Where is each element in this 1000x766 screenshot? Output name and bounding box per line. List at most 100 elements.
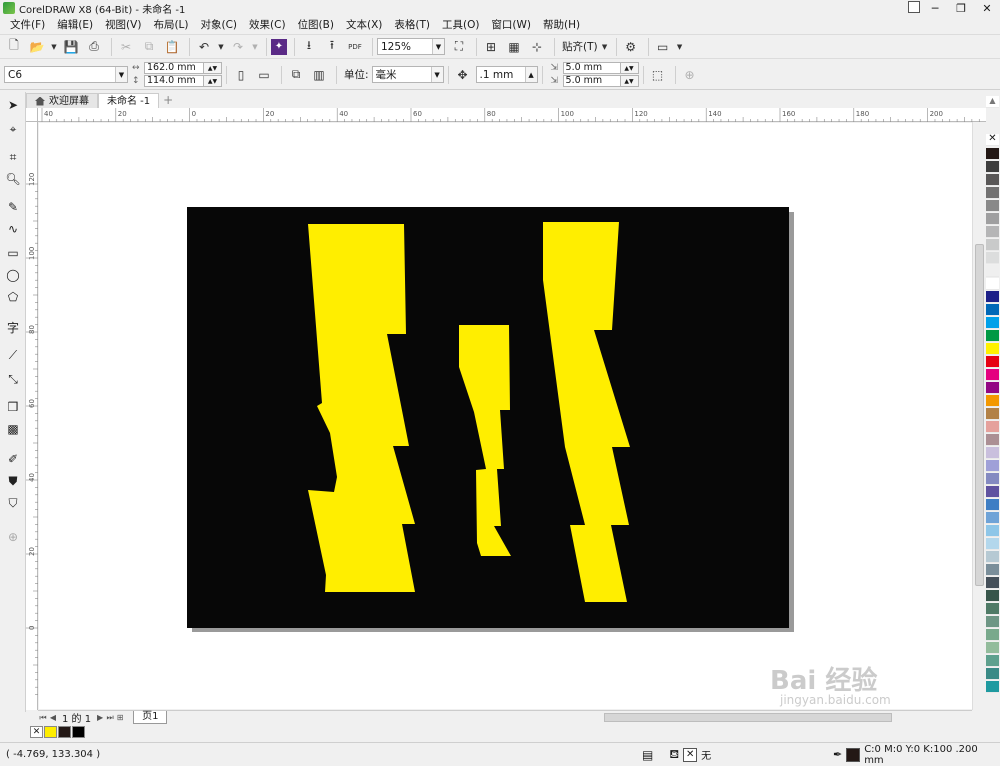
snap-to-button[interactable]: 贴齐(T)	[562, 39, 598, 54]
palette-swatch[interactable]	[986, 460, 999, 472]
palette-swatch[interactable]	[986, 525, 999, 537]
palette-swatch[interactable]	[986, 148, 999, 160]
units-select[interactable]: 毫米 ▼	[371, 66, 444, 83]
add-page-icon[interactable]: ⊞	[115, 713, 125, 722]
smart-fill-icon[interactable]: ⛉	[4, 494, 22, 512]
palette-swatch[interactable]	[986, 187, 999, 199]
horizontal-scroll-thumb[interactable]	[604, 713, 892, 722]
palette-swatch[interactable]	[986, 629, 999, 641]
portrait-icon[interactable]: ▯	[231, 65, 251, 85]
palette-swatch[interactable]	[986, 343, 999, 355]
palette-swatch[interactable]	[986, 551, 999, 563]
palette-swatch[interactable]	[986, 512, 999, 524]
rectangle-tool-icon[interactable]: ▭	[4, 244, 22, 262]
horizontal-scrollbar[interactable]	[520, 710, 972, 724]
no-color-swatch[interactable]: ✕	[986, 134, 999, 146]
palette-swatch[interactable]	[986, 668, 999, 680]
palette-swatch[interactable]	[986, 200, 999, 212]
undo-icon[interactable]: ↶	[194, 37, 214, 57]
palette-scroll-up-icon[interactable]: ▲	[986, 96, 999, 108]
nudge-distance-field[interactable]: .1 mm ▲	[475, 66, 538, 83]
cut-icon[interactable]: ✂	[116, 37, 136, 57]
palette-swatch[interactable]	[986, 291, 999, 303]
palette-swatch[interactable]	[986, 213, 999, 225]
text-tool-icon[interactable]: 字	[4, 318, 22, 336]
ellipse-tool-icon[interactable]: ◯	[4, 266, 22, 284]
new-tab-icon[interactable]: +	[159, 93, 177, 108]
menu-help[interactable]: 帮助(H)	[537, 16, 586, 34]
palette-swatch[interactable]	[986, 447, 999, 459]
menu-tools[interactable]: 工具(O)	[436, 16, 485, 34]
landscape-icon[interactable]: ▭	[254, 65, 274, 85]
menu-file[interactable]: 文件(F)	[4, 16, 51, 34]
palette-swatch[interactable]	[986, 330, 999, 342]
palette-swatch[interactable]	[986, 681, 999, 693]
palette-swatch[interactable]	[986, 395, 999, 407]
next-page-icon[interactable]: ▶	[95, 713, 105, 722]
palette-swatch[interactable]	[986, 356, 999, 368]
doc-swatch-dark[interactable]	[58, 726, 71, 738]
paste-icon[interactable]: 📋	[162, 37, 182, 57]
horizontal-ruler[interactable]: 40 20 0 20 40 60 80 100 120 140 160 180 200	[38, 108, 995, 122]
polygon-tool-icon[interactable]: ⬠	[4, 288, 22, 306]
freehand-tool-icon[interactable]: ✎	[4, 198, 22, 216]
palette-swatch[interactable]	[986, 655, 999, 667]
application-launcher-icon[interactable]: ▭	[653, 37, 673, 57]
palette-swatch[interactable]	[986, 226, 999, 238]
zoom-tool-icon[interactable]: 🔍︎	[4, 170, 22, 188]
copy-icon[interactable]: ⧉	[139, 37, 159, 57]
menu-bitmaps[interactable]: 位图(B)	[292, 16, 340, 34]
doc-swatch-black[interactable]	[72, 726, 85, 738]
first-page-icon[interactable]: ⏮	[38, 713, 48, 723]
fill-indicator[interactable]: ▤ ⛾ ✕ 无	[642, 747, 711, 763]
crop-tool-icon[interactable]: ⌗	[4, 148, 22, 166]
interactive-fill-icon[interactable]: ⛊	[4, 472, 22, 490]
snap-dropdown-icon[interactable]: ▼	[601, 37, 609, 57]
width-spinner[interactable]: ▲▼	[204, 62, 222, 74]
menu-text[interactable]: 文本(X)	[340, 16, 388, 34]
open-icon[interactable]: 📂	[27, 37, 47, 57]
all-pages-icon[interactable]: ⧉	[286, 65, 306, 85]
palette-swatch[interactable]	[986, 473, 999, 485]
outline-indicator[interactable]: ✒ C:0 M:0 Y:0 K:100 .200 mm	[833, 744, 1000, 766]
ruler-origin[interactable]	[26, 108, 38, 122]
parallel-dimension-icon[interactable]: ⟋	[4, 346, 22, 364]
prev-page-icon[interactable]: ◀	[48, 713, 58, 722]
page-height-field[interactable]: 114.0 mm	[144, 75, 204, 87]
bleed-icon[interactable]: ⬚	[648, 65, 668, 85]
menu-effects[interactable]: 效果(C)	[243, 16, 292, 34]
publish-pdf-icon[interactable]: PDF	[345, 37, 365, 57]
palette-swatch[interactable]	[986, 161, 999, 173]
search-content-icon[interactable]: ✦	[271, 38, 287, 55]
shape-tool-icon[interactable]: ⌖	[4, 120, 22, 138]
palette-swatch[interactable]	[986, 486, 999, 498]
lightning-bolt-middle[interactable]	[459, 325, 511, 556]
page-size-select[interactable]: C6 ▼	[4, 66, 128, 83]
vertical-ruler[interactable]: 120 100 80 60 40 20 0	[26, 122, 38, 710]
palette-swatch[interactable]	[986, 642, 999, 654]
menu-edit[interactable]: 编辑(E)	[51, 16, 99, 34]
palette-swatch[interactable]	[986, 616, 999, 628]
palette-swatch[interactable]	[986, 590, 999, 602]
height-spinner[interactable]: ▲▼	[204, 75, 222, 87]
lightning-bolt-left[interactable]	[308, 224, 415, 592]
undo-dropdown-icon[interactable]: ▼	[217, 37, 225, 57]
dup-y-spinner[interactable]: ▲▼	[620, 75, 639, 87]
print-icon[interactable]: ⎙	[84, 37, 104, 57]
palette-swatch[interactable]	[986, 174, 999, 186]
open-dropdown-icon[interactable]: ▼	[50, 37, 58, 57]
palette-swatch[interactable]	[986, 252, 999, 264]
no-color-swatch[interactable]: ✕	[30, 726, 43, 738]
artistic-media-icon[interactable]: ∿	[4, 220, 22, 238]
duplicate-y-field[interactable]: 5.0 mm	[562, 75, 621, 87]
minimize-button[interactable]: ─	[922, 0, 948, 16]
doc-swatch-yellow[interactable]	[44, 726, 57, 738]
menu-table[interactable]: 表格(T)	[388, 16, 436, 34]
vertical-scroll-thumb[interactable]	[975, 244, 984, 586]
tab-document[interactable]: 未命名 -1	[98, 93, 160, 108]
page-width-field[interactable]: 162.0 mm	[144, 62, 204, 74]
menu-object[interactable]: 对象(C)	[195, 16, 244, 34]
current-page-icon[interactable]: ▥	[309, 65, 329, 85]
full-screen-preview-icon[interactable]: ⛶	[449, 37, 469, 57]
save-icon[interactable]: 💾	[61, 37, 81, 57]
